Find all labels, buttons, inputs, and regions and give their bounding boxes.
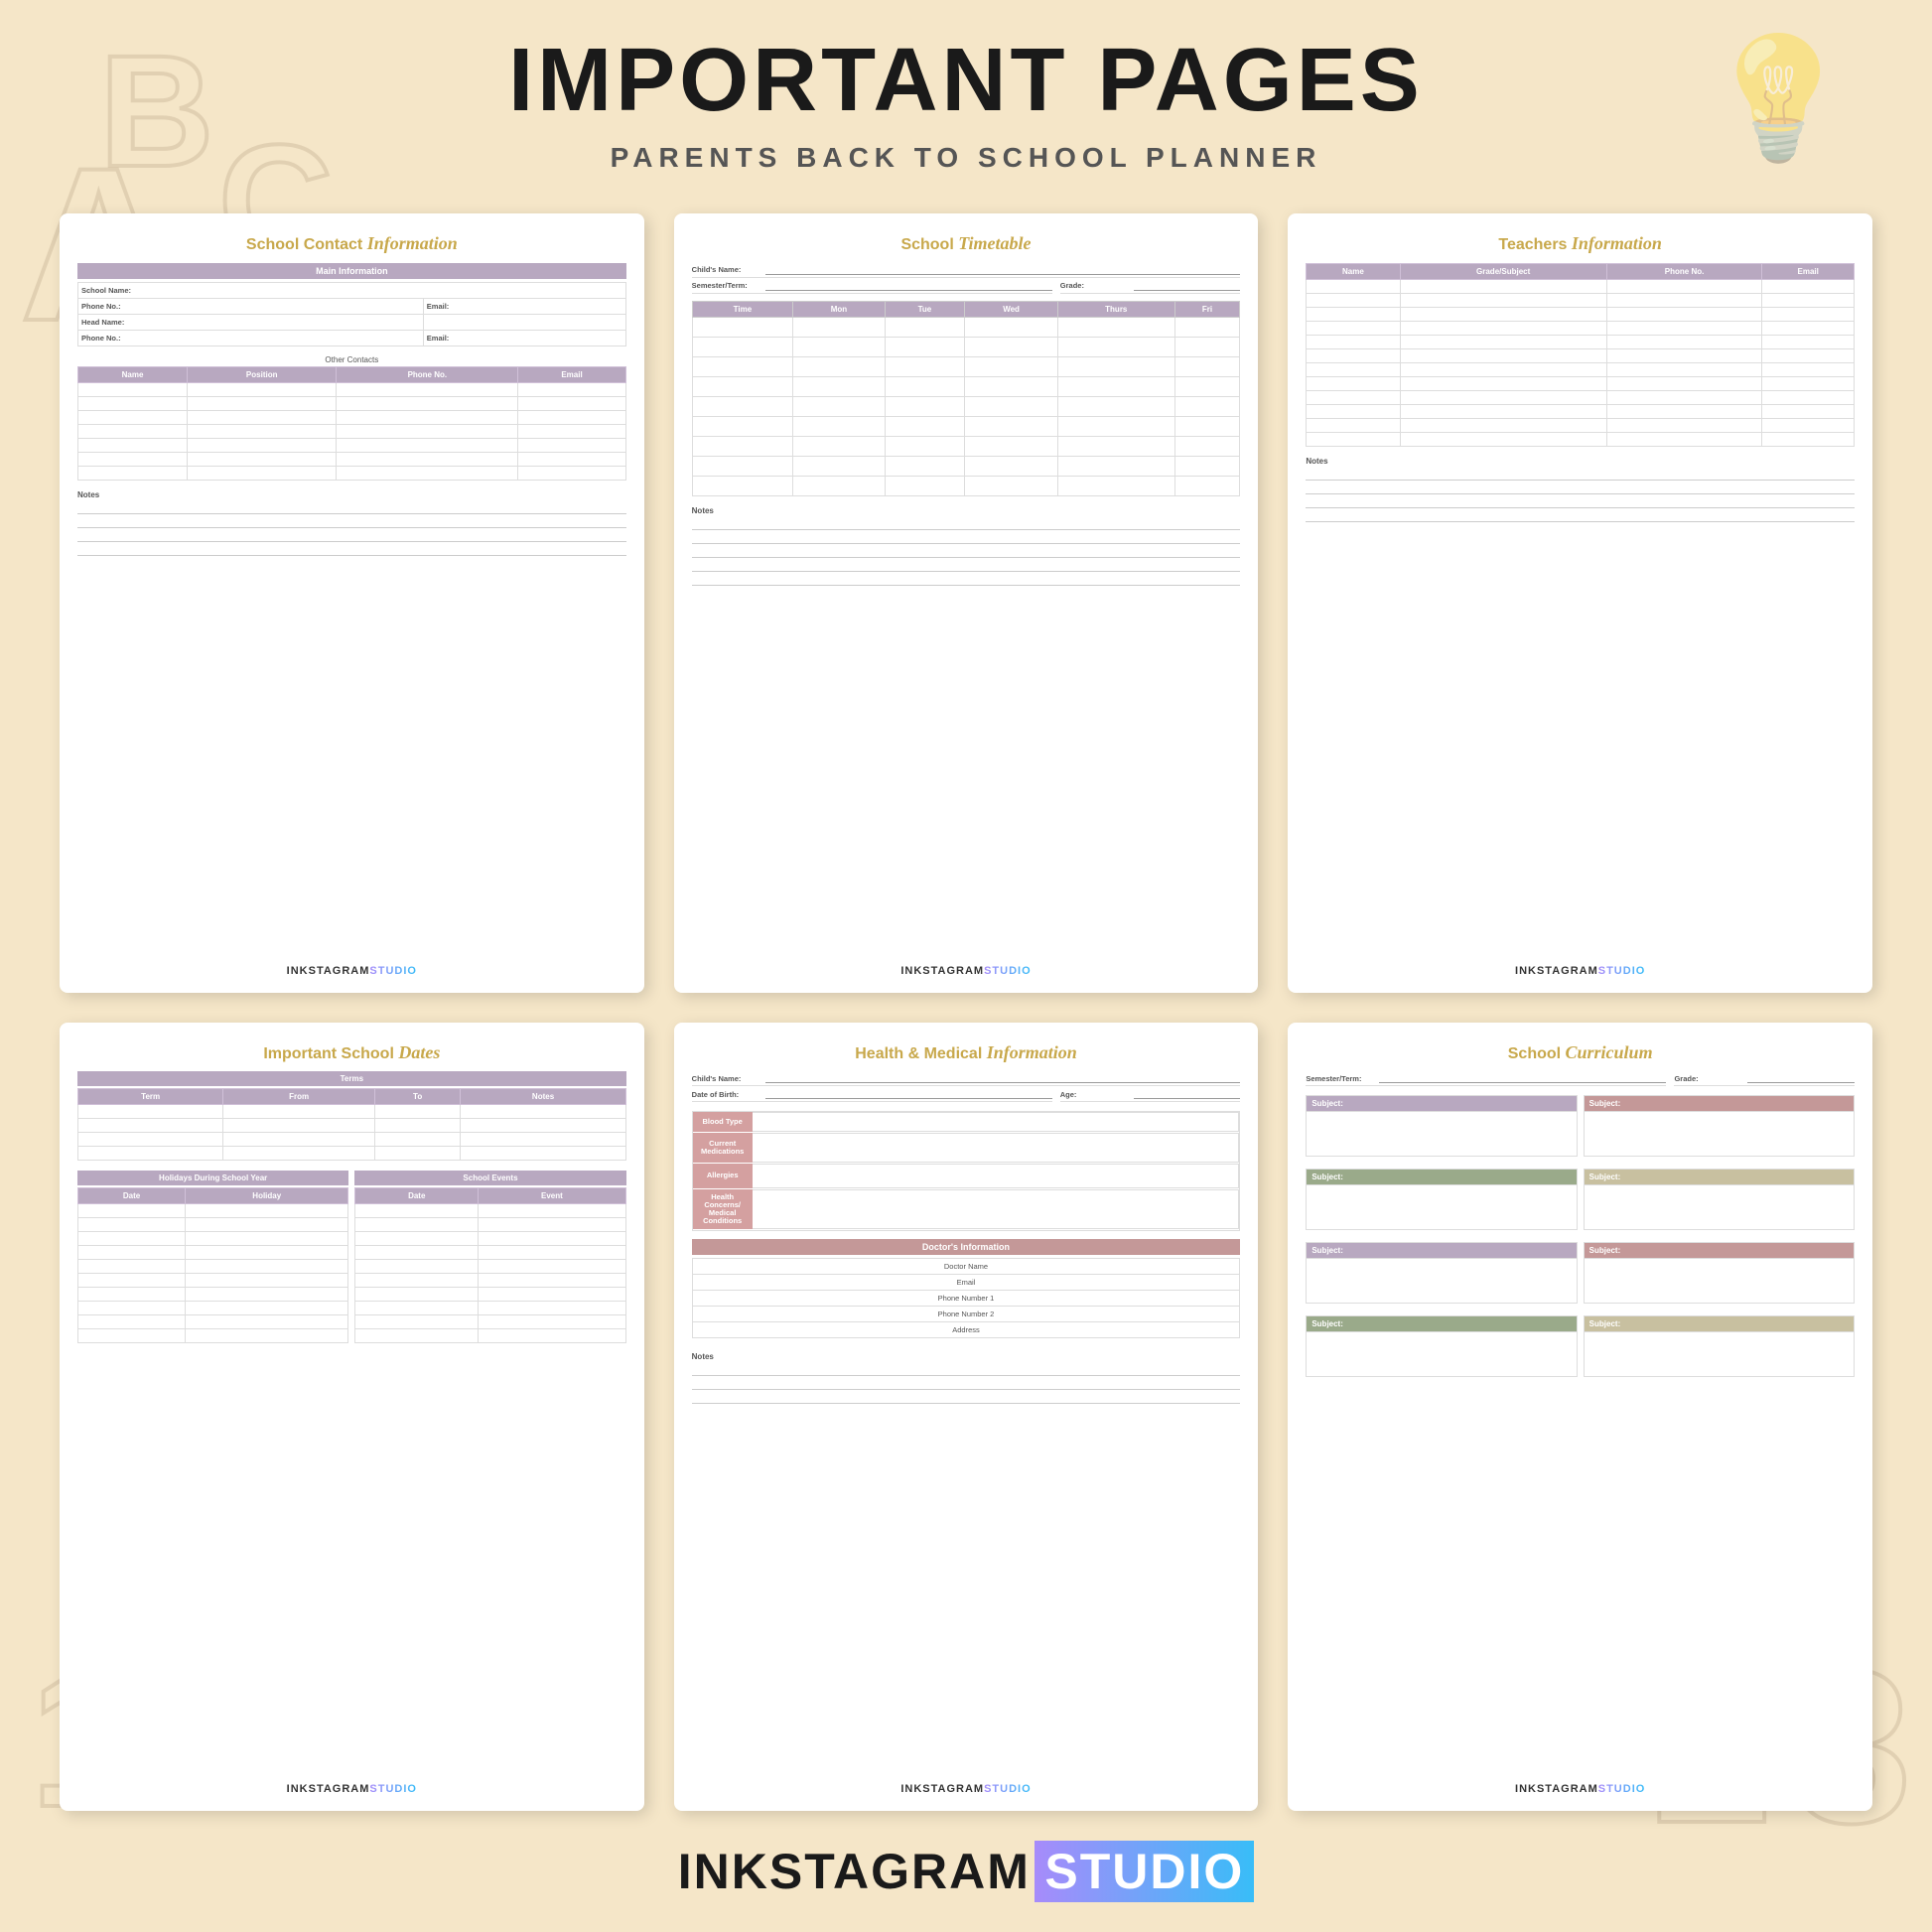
current-meds-row: Current Medications: [693, 1133, 1240, 1163]
brand-footer: INKSTAGRAMSTUDIO: [77, 959, 626, 977]
school-contact-title: School Contact Information: [77, 233, 626, 255]
holidays-table: Date Holiday: [77, 1187, 348, 1343]
dob-age-row: Date of Birth: Age:: [692, 1087, 1241, 1103]
timetable-table: Time Mon Tue Wed Thurs Fri: [692, 301, 1241, 496]
subject-box-7: Subject:: [1306, 1315, 1577, 1377]
brand-studio: STUDIO: [1035, 1841, 1254, 1902]
other-contacts-table: Name Position Phone No. Email: [77, 366, 626, 481]
dates-title: Important School Dates: [77, 1042, 626, 1064]
holidays-events-row: Holidays During School Year Date Holiday: [77, 1171, 626, 1347]
child-name-row: Child's Name:: [692, 263, 1241, 278]
important-dates-card: Important School Dates Terms Term From T…: [60, 1023, 644, 1812]
subject-box-5: Subject:: [1306, 1242, 1577, 1304]
school-name-label: School Name:: [78, 282, 626, 298]
main-info-table: School Name: Phone No.: Email: Head Name…: [77, 282, 626, 346]
subject-row-4: Subject: Subject:: [1306, 1315, 1855, 1383]
subject-box-2: Subject:: [1584, 1095, 1855, 1157]
school-curriculum-card: School Curriculum Semester/Term: Grade: …: [1288, 1023, 1872, 1812]
main-info-header: Main Information: [77, 263, 626, 279]
subject-box-6: Subject:: [1584, 1242, 1855, 1304]
school-timetable-card: School Timetable Child's Name: Semester/…: [674, 213, 1259, 993]
health-medical-card: Health & Medical Information Child's Nam…: [674, 1023, 1259, 1812]
teachers-title: Teachers Information: [1306, 233, 1855, 255]
subject-row-1: Subject: Subject:: [1306, 1095, 1855, 1163]
subject-box-4: Subject:: [1584, 1169, 1855, 1230]
terms-header: Terms: [77, 1071, 626, 1086]
brand-footer-4: INKSTAGRAMSTUDIO: [77, 1777, 626, 1795]
brand-footer-2: INKSTAGRAMSTUDIO: [692, 959, 1241, 977]
teachers-info-card: Teachers Information Name Grade/Subject …: [1288, 213, 1872, 993]
brand-footer-5: INKSTAGRAMSTUDIO: [692, 1777, 1241, 1795]
subject-row-2: Subject: Subject:: [1306, 1169, 1855, 1236]
bottom-brand: INKSTAGRAM STUDIO: [678, 1841, 1255, 1902]
semester-grade-row: Semester/Term: Grade:: [692, 279, 1241, 295]
main-container: B C A 💡 1 2 3 IMPORTANT PAGES PARENTS BA…: [0, 0, 1932, 1932]
blood-type-row: Blood Type: [693, 1112, 1240, 1132]
health-child-name: Child's Name:: [692, 1071, 1241, 1086]
curriculum-semester-row: Semester/Term: Grade:: [1306, 1071, 1855, 1087]
page-title: IMPORTANT PAGES: [508, 30, 1424, 132]
events-table: Date Event: [354, 1187, 625, 1343]
events-section: School Events Date Event: [354, 1171, 625, 1347]
health-notes: Notes: [692, 1352, 1241, 1406]
bg-letter-b: B: [99, 20, 214, 203]
health-concerns-row: Health Concerns/ Medical Conditions: [693, 1189, 1240, 1229]
subject-box-8: Subject:: [1584, 1315, 1855, 1377]
subject-row-3: Subject: Subject:: [1306, 1242, 1855, 1310]
school-contact-card: School Contact Information Main Informat…: [60, 213, 644, 993]
brand-footer-3: INKSTAGRAMSTUDIO: [1306, 959, 1855, 977]
terms-table: Term From To Notes: [77, 1088, 626, 1161]
health-conditions-box: Blood Type Current Medications Allergies…: [692, 1111, 1241, 1231]
subject-box-1: Subject:: [1306, 1095, 1577, 1157]
timetable-title: School Timetable: [692, 233, 1241, 255]
holidays-section: Holidays During School Year Date Holiday: [77, 1171, 348, 1347]
subject-box-3: Subject:: [1306, 1169, 1577, 1230]
doctor-table: Doctor Name Email Phone Number 1 Phone N…: [692, 1258, 1241, 1338]
teachers-table: Name Grade/Subject Phone No. Email: [1306, 263, 1855, 447]
timetable-notes: Notes: [692, 506, 1241, 588]
allergies-row: Allergies: [693, 1164, 1240, 1188]
cards-grid: School Contact Information Main Informat…: [60, 213, 1872, 1811]
brand-footer-6: INKSTAGRAMSTUDIO: [1306, 1777, 1855, 1795]
brand-text: INKSTAGRAM: [678, 1844, 1031, 1899]
curriculum-title: School Curriculum: [1306, 1042, 1855, 1064]
doctor-info-header: Doctor's Information: [692, 1239, 1241, 1255]
page-subtitle: PARENTS BACK TO SCHOOL PLANNER: [611, 142, 1322, 174]
other-contacts-label: Other Contacts: [77, 355, 626, 364]
bg-bulb: 💡: [1705, 30, 1853, 169]
health-title: Health & Medical Information: [692, 1042, 1241, 1064]
teachers-notes: Notes: [1306, 457, 1855, 524]
notes-section: Notes: [77, 490, 626, 558]
